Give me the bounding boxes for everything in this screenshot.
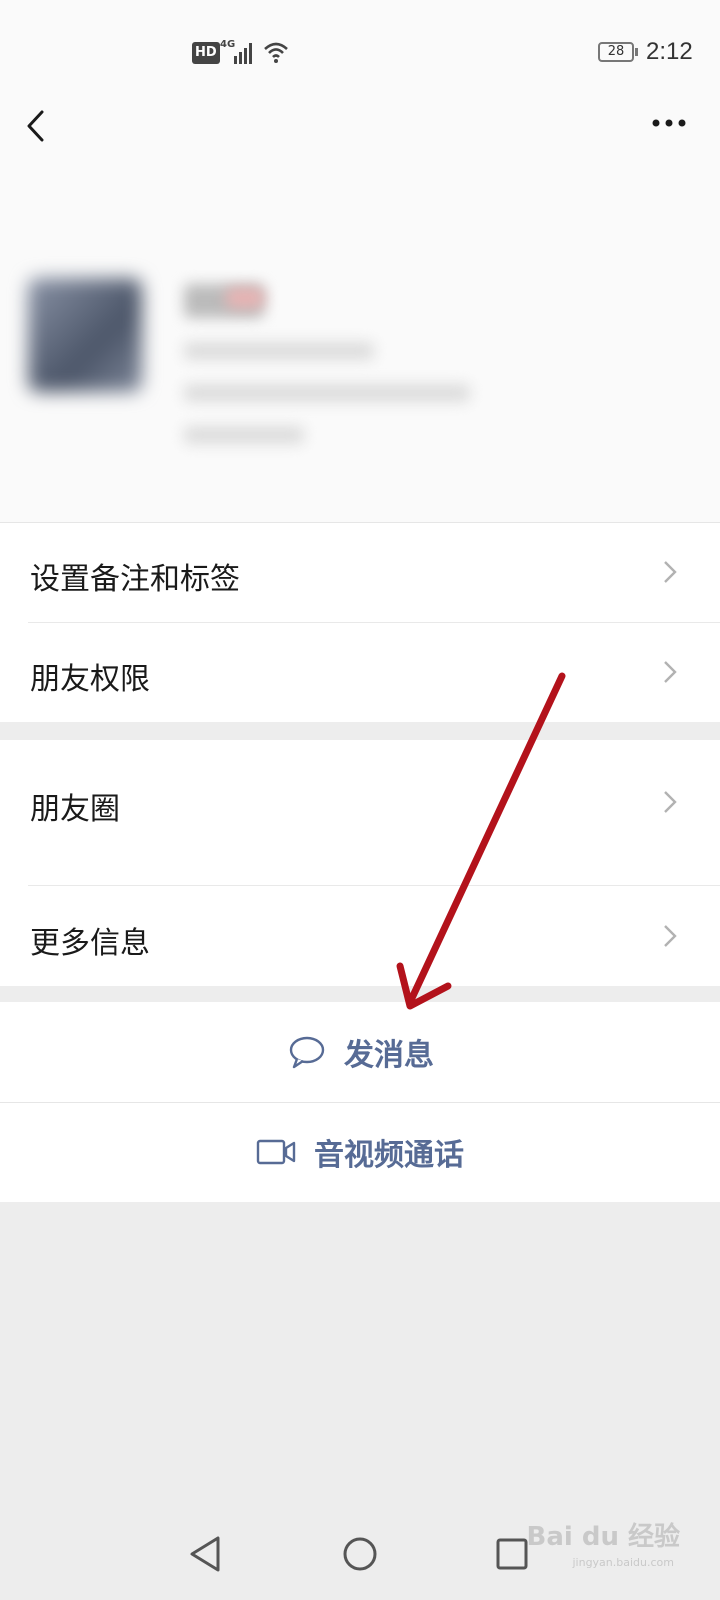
action-group: 发消息 音视频通话 xyxy=(0,1002,720,1202)
video-call-label: 音视频通话 xyxy=(314,1138,464,1173)
more-options-button[interactable] xyxy=(648,110,692,140)
chevron-right-icon xyxy=(664,561,677,583)
more-info-row[interactable]: 更多信息 xyxy=(0,886,720,986)
chevron-right-icon xyxy=(664,925,677,947)
blurred-detail-2 xyxy=(184,384,470,402)
row-label: 更多信息 xyxy=(30,926,150,961)
video-call-button[interactable]: 音视频通话 xyxy=(0,1102,720,1202)
status-bar: HD 4G 28 2:12 xyxy=(0,0,720,100)
row-label: 朋友权限 xyxy=(30,662,150,697)
blurred-detail-1 xyxy=(184,342,374,360)
nav-home-button[interactable] xyxy=(330,1524,390,1584)
battery-terminal xyxy=(635,48,638,56)
wifi-icon xyxy=(264,42,288,63)
signal-icon xyxy=(234,43,252,64)
blurred-badge xyxy=(226,288,264,308)
friend-permissions-row[interactable]: 朋友权限 xyxy=(0,622,720,722)
watermark-url: jingyan.baidu.com xyxy=(572,1556,674,1569)
nav-back-button[interactable] xyxy=(176,1524,236,1584)
more-dots-icon xyxy=(652,119,686,127)
send-message-label: 发消息 xyxy=(344,1038,434,1073)
avatar[interactable] xyxy=(28,278,142,392)
chevron-left-icon xyxy=(27,110,44,142)
menu-group-info: 朋友圈 更多信息 xyxy=(0,740,720,986)
send-message-button[interactable]: 发消息 xyxy=(0,1002,720,1102)
hd-indicator: HD xyxy=(192,42,220,64)
circle-home-icon xyxy=(343,1537,377,1571)
battery-icon: 28 xyxy=(598,42,634,62)
moments-row[interactable]: 朋友圈 xyxy=(0,740,720,864)
clock: 2:12 xyxy=(646,38,693,65)
blurred-detail-3 xyxy=(184,426,304,444)
set-remark-and-tags-row[interactable]: 设置备注和标签 xyxy=(0,522,720,622)
row-label: 设置备注和标签 xyxy=(30,562,240,597)
menu-group-settings: 设置备注和标签 朋友权限 xyxy=(0,522,720,722)
watermark-logo: Bai du 经验 xyxy=(526,1522,681,1552)
back-button[interactable] xyxy=(18,104,62,148)
video-camera-icon xyxy=(256,1139,296,1165)
triangle-back-icon xyxy=(190,1536,220,1572)
chevron-right-icon xyxy=(664,661,677,683)
chat-bubble-icon xyxy=(289,1036,325,1069)
row-label: 朋友圈 xyxy=(30,792,120,827)
chevron-right-icon xyxy=(664,791,677,813)
contact-profile xyxy=(0,250,720,480)
